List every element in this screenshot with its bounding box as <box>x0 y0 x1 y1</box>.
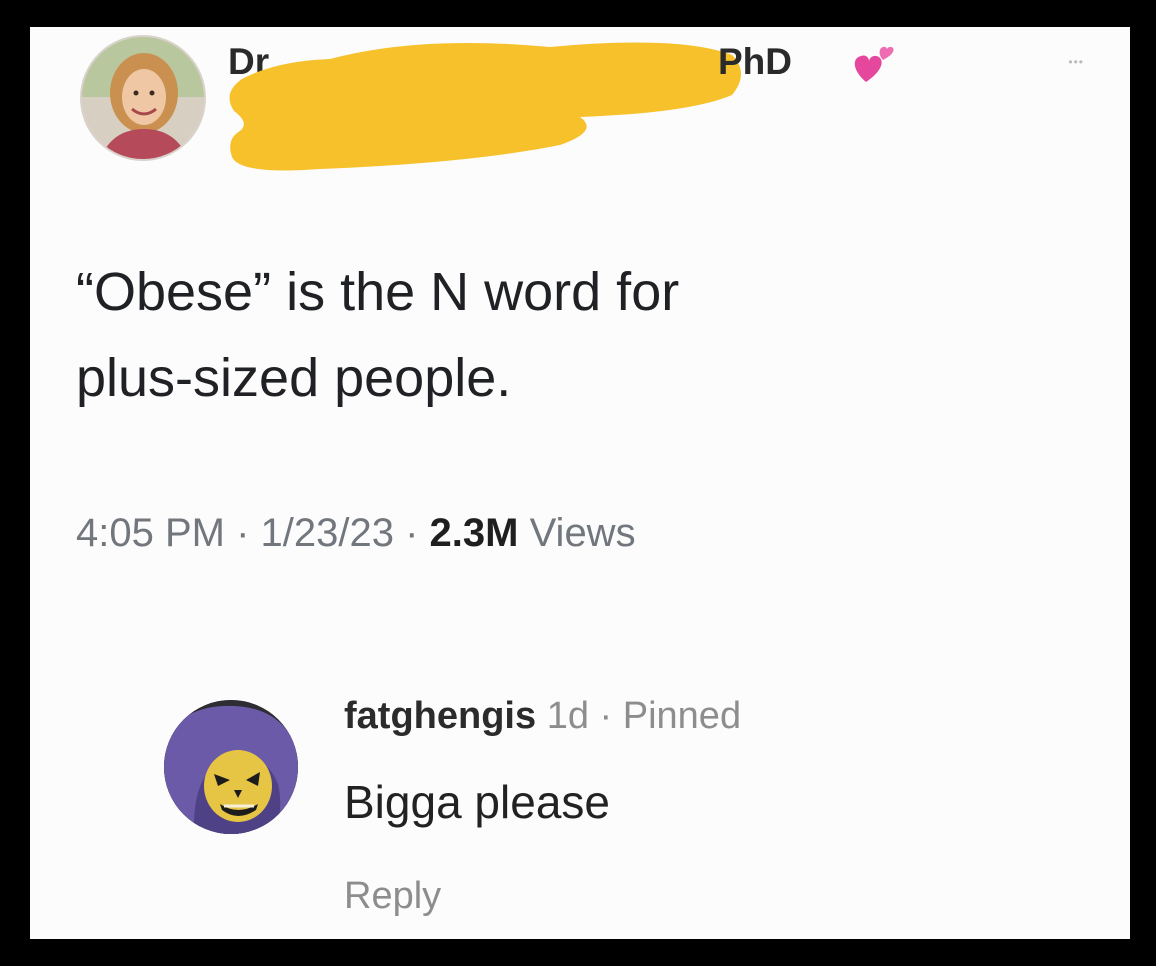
two-hearts-icon <box>854 46 894 82</box>
comment-header: fatghengis 1d · Pinned <box>344 695 741 738</box>
views-label[interactable]: Views <box>530 511 636 555</box>
reply-button[interactable]: Reply <box>344 875 441 918</box>
comment-separator: · <box>588 695 623 737</box>
tweet-text-line-2: plus-sized people. <box>76 348 512 408</box>
tweet-meta: 4:05 PM · 1/23/23 · 2.3M Views <box>76 511 636 556</box>
meta-separator: · <box>393 511 430 555</box>
author-photo <box>82 37 204 159</box>
tweet-text: “Obese” is the N word for plus-sized peo… <box>76 249 1026 421</box>
tweet-text-line-1: “Obese” is the N word for <box>76 262 680 322</box>
more-options-icon[interactable]: ••• <box>1068 55 1084 69</box>
redaction-mark <box>229 42 741 171</box>
commenter-avatar[interactable] <box>164 700 298 834</box>
pinned-label: Pinned <box>622 695 742 737</box>
comment-age: 1d <box>546 695 589 737</box>
skeletor-avatar-image <box>164 700 298 834</box>
comment-username[interactable]: fatghengis <box>344 695 536 737</box>
meta-separator: · <box>224 511 261 555</box>
author-avatar[interactable] <box>80 35 206 161</box>
comment-text: Bigga please <box>344 776 610 828</box>
author-name-suffix[interactable]: PhD <box>718 41 792 83</box>
tweet-time[interactable]: 4:05 PM <box>76 511 225 555</box>
tweet-date[interactable]: 1/23/23 <box>261 511 394 555</box>
post-card: Dr. PhD ••• “Obese” is the N word for pl… <box>30 27 1130 939</box>
views-count[interactable]: 2.3M <box>430 511 519 555</box>
